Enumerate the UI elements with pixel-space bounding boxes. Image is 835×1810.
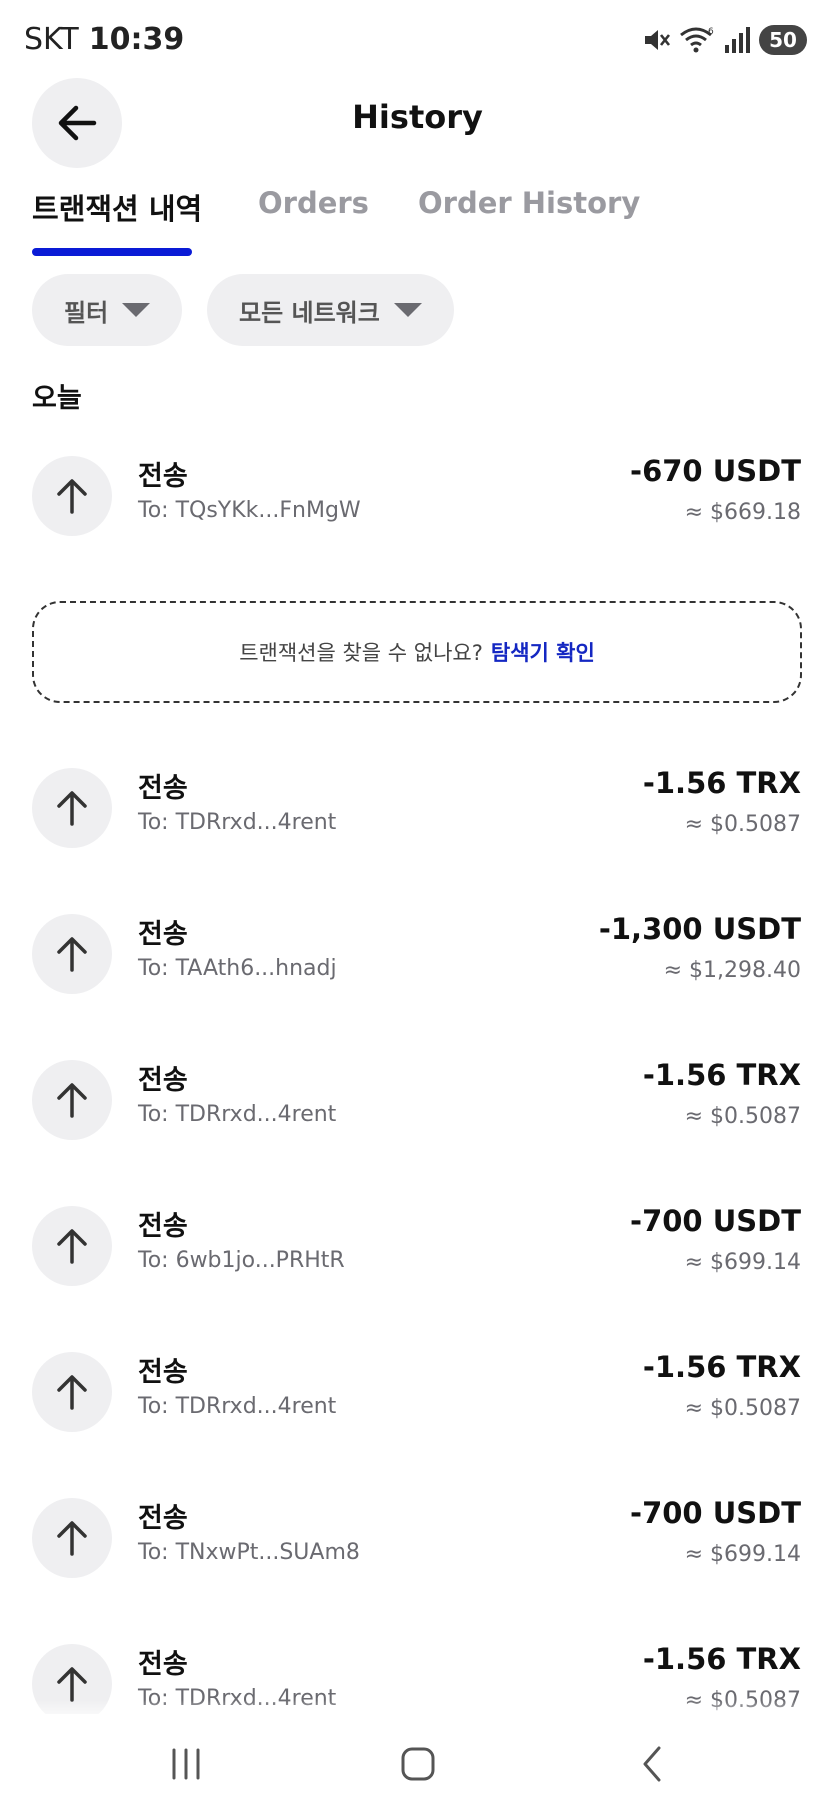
transaction-fiat-value: ≈ $669.18 — [684, 500, 801, 525]
transaction-row[interactable]: 전송 To: TAAth6...hnadj -1,300 USDT ≈ $1,2… — [0, 904, 835, 1004]
nav-back-button[interactable] — [612, 1734, 692, 1794]
transaction-type: 전송 — [138, 1357, 188, 1388]
battery-indicator: 50 — [759, 25, 807, 55]
transaction-fiat-value: ≈ $0.5087 — [684, 1396, 801, 1421]
network-label: 모든 네트워크 — [239, 298, 380, 327]
transaction-amount: -1.56 TRX — [642, 1642, 801, 1676]
filter-dropdown[interactable]: 필터 — [32, 274, 183, 346]
transaction-address: To: TDRrxd...4rent — [138, 810, 337, 835]
transaction-amount: -670 USDT — [630, 454, 801, 488]
wifi-icon: 6 — [679, 25, 715, 55]
mute-icon — [641, 25, 671, 55]
transaction-type: 전송 — [138, 1649, 188, 1680]
transaction-type: 전송 — [138, 1211, 188, 1242]
transaction-address: To: TAAth6...hnadj — [138, 956, 337, 981]
chevron-left-icon — [643, 1746, 661, 1782]
arrow-up-icon — [32, 1060, 112, 1140]
home-button[interactable] — [378, 1734, 458, 1794]
explorer-prompt: 트랜잭션을 찾을 수 없나요? 탐색기 확인 — [32, 601, 802, 703]
tab-order-history[interactable]: Order History — [418, 186, 640, 220]
transaction-address: To: 6wb1jo...PRHtR — [138, 1248, 345, 1273]
home-icon — [401, 1747, 435, 1781]
transaction-address: To: TNxwPt...SUAm8 — [138, 1540, 360, 1565]
tab-orders[interactable]: Orders — [258, 186, 369, 220]
filter-label: 필터 — [64, 298, 109, 327]
transaction-fiat-value: ≈ $0.5087 — [684, 812, 801, 837]
signal-icon — [723, 25, 751, 55]
transaction-type: 전송 — [138, 773, 188, 804]
transaction-fiat-value: ≈ $0.5087 — [684, 1104, 801, 1129]
transaction-type: 전송 — [138, 919, 188, 950]
arrow-up-icon — [32, 456, 112, 536]
recents-button[interactable] — [146, 1734, 226, 1794]
transaction-amount: -1.56 TRX — [642, 1350, 801, 1384]
status-bar: SKT 10:39 6 50 — [0, 0, 835, 80]
wifi-badge: 6 — [708, 27, 714, 37]
arrow-up-icon — [32, 914, 112, 994]
transaction-type: 전송 — [138, 461, 188, 492]
explorer-link[interactable]: 탐색기 확인 — [491, 637, 595, 667]
page-title: History — [352, 98, 483, 136]
transaction-fiat-value: ≈ $1,298.40 — [663, 958, 801, 983]
tab-bar: 트랜잭션 내역 Orders Order History — [32, 186, 812, 256]
caret-down-icon — [393, 303, 422, 317]
arrow-up-icon — [32, 768, 112, 848]
section-heading-today: 오늘 — [32, 383, 82, 414]
arrow-up-icon — [32, 1352, 112, 1432]
transaction-amount: -1,300 USDT — [598, 912, 801, 946]
network-dropdown[interactable]: 모든 네트워크 — [207, 274, 454, 346]
arrow-up-icon — [32, 1498, 112, 1578]
explorer-prompt-text: 트랜잭션을 찾을 수 없나요? — [239, 641, 483, 665]
tab-transaction-history[interactable]: 트랜잭션 내역 — [32, 186, 202, 228]
caret-down-icon — [122, 303, 151, 317]
status-left: SKT 10:39 — [24, 22, 184, 57]
transaction-fiat-value: ≈ $699.14 — [684, 1250, 801, 1275]
arrow-up-icon — [32, 1206, 112, 1286]
transaction-row[interactable]: 전송 To: TDRrxd...4rent -1.56 TRX ≈ $0.508… — [0, 1050, 835, 1150]
transaction-address: To: TDRrxd...4rent — [138, 1394, 337, 1419]
transaction-row[interactable]: 전송 To: 6wb1jo...PRHtR -700 USDT ≈ $699.1… — [0, 1196, 835, 1296]
active-tab-indicator — [32, 248, 192, 256]
transaction-row[interactable]: 전송 To: TQsYKk...FnMgW -670 USDT ≈ $669.1… — [0, 446, 835, 546]
transaction-fiat-value: ≈ $699.14 — [684, 1542, 801, 1567]
system-nav-bar — [0, 1714, 835, 1810]
transaction-address: To: TDRrxd...4rent — [138, 1102, 337, 1127]
transaction-row[interactable]: 전송 To: TDRrxd...4rent -1.56 TRX ≈ $0.508… — [0, 758, 835, 858]
transaction-amount: -1.56 TRX — [642, 1058, 801, 1092]
transaction-row[interactable]: 전송 To: TDRrxd...4rent -1.56 TRX ≈ $0.508… — [0, 1342, 835, 1442]
transaction-amount: -700 USDT — [630, 1496, 801, 1530]
recents-icon — [172, 1748, 200, 1780]
transaction-row[interactable]: 전송 To: TNxwPt...SUAm8 -700 USDT ≈ $699.1… — [0, 1488, 835, 1588]
transaction-amount: -700 USDT — [630, 1204, 801, 1238]
status-icons: 6 50 — [641, 22, 807, 58]
transaction-address: To: TQsYKk...FnMgW — [138, 498, 361, 523]
transaction-type: 전송 — [138, 1503, 188, 1534]
carrier-label: SKT — [24, 22, 79, 57]
clock: 10:39 — [88, 22, 185, 57]
transaction-amount: -1.56 TRX — [642, 766, 801, 800]
transaction-type: 전송 — [138, 1065, 188, 1096]
